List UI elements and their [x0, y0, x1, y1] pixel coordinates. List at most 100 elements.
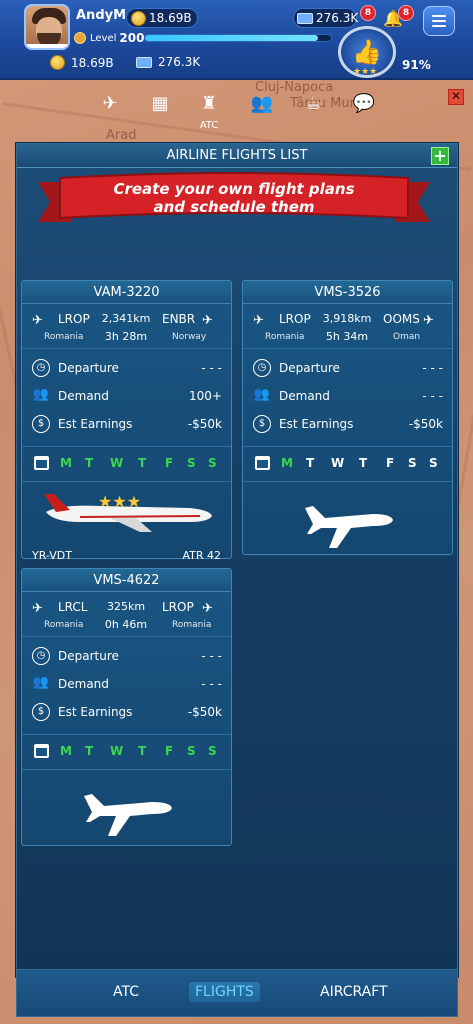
day-0[interactable]: M — [60, 744, 72, 758]
coins-pill[interactable]: 18.69B — [126, 8, 198, 28]
origin-country: Romania — [44, 332, 84, 342]
flight-card[interactable]: VMS-3526 ✈ LROP Romania 3,918km 5h 34m O… — [242, 280, 453, 555]
day-2[interactable]: W — [331, 456, 344, 470]
day-3[interactable]: T — [138, 456, 146, 470]
empty-aircraft-slot[interactable] — [243, 482, 452, 565]
day-6[interactable]: S — [208, 456, 217, 470]
empty-aircraft-slot[interactable] — [22, 770, 231, 853]
day-5[interactable]: S — [408, 456, 417, 470]
top-bar: AndyM 18.69B 276.3K 8 🔔 8 Level 200 👍 ★★… — [0, 0, 473, 80]
distance: 2,341km — [101, 312, 151, 325]
earnings-label: Est Earnings — [279, 417, 354, 431]
flight-number: VAM-3220 — [22, 281, 231, 304]
day-5[interactable]: S — [187, 744, 196, 758]
route-row: ✈ LROP Romania 3,918km 5h 34m OOMS Oman … — [243, 304, 452, 349]
flight-card[interactable]: VMS-4622 ✈ LRCL Romania 325km 0h 46m LRO… — [21, 568, 232, 846]
departure-label: Departure — [58, 361, 119, 375]
schedule-days: MTWTFSS — [22, 447, 231, 482]
day-0[interactable]: M — [281, 456, 293, 470]
banner-line-2: and schedule them — [153, 198, 314, 216]
atc-tower-icon[interactable]: ♜ — [195, 93, 223, 117]
cash-secondary: 276.3K — [136, 55, 200, 69]
calendar-icon[interactable] — [34, 744, 49, 758]
earnings-label: Est Earnings — [58, 417, 133, 431]
coffee-icon[interactable]: ☕ — [300, 93, 328, 117]
destination-country: Oman — [393, 332, 421, 342]
day-3[interactable]: T — [138, 744, 146, 758]
takeoff-icon: ✈ — [32, 313, 43, 328]
day-2[interactable]: W — [110, 744, 123, 758]
flight-number: VMS-4622 — [22, 569, 231, 592]
cash-card-icon — [136, 56, 152, 68]
day-6[interactable]: S — [429, 456, 438, 470]
duration: 3h 28m — [104, 330, 148, 343]
stats-block: ◷ Departure - - - 👥 Demand - - - $ Est Earnin… — [22, 637, 231, 735]
landing-icon: ✈ — [423, 313, 434, 328]
bell-badge: 8 — [398, 5, 414, 21]
cash-card-icon — [297, 13, 313, 24]
airport-icon[interactable]: ▦ — [146, 93, 174, 117]
add-flight-button[interactable]: + — [431, 147, 449, 165]
coins-value: 18.69B — [149, 11, 192, 25]
origin-code: LROP — [58, 312, 90, 326]
menu-button[interactable] — [423, 6, 455, 36]
staff-icon[interactable]: 👥 — [248, 93, 276, 117]
earnings-label: Est Earnings — [58, 705, 133, 719]
distance: 325km — [106, 600, 146, 613]
close-button[interactable]: ✕ — [448, 89, 464, 105]
avatar[interactable] — [24, 4, 70, 50]
dollar-icon: $ — [32, 703, 50, 721]
schedule-days: MTWTFSS — [243, 447, 452, 482]
departure-label: Departure — [58, 649, 119, 663]
nav-row: ✈ ▦ ♜ ATC 👥 ☕ 💬 — [0, 88, 473, 134]
day-0[interactable]: M — [60, 456, 72, 470]
rating-stars-icon: ★★★ — [98, 492, 142, 511]
day-4[interactable]: F — [386, 456, 394, 470]
day-1[interactable]: T — [85, 456, 93, 470]
day-4[interactable]: F — [165, 744, 173, 758]
bottom-tab-bar: ATC FLIGHTS AIRCRAFT — [16, 969, 458, 1017]
demand-value: - - - — [201, 677, 222, 691]
people-icon: 👥 — [32, 387, 50, 402]
tab-atc[interactable]: ATC — [113, 984, 139, 1000]
coins-secondary: 18.69B — [50, 55, 114, 70]
day-1[interactable]: T — [306, 456, 314, 470]
demand-label: Demand — [58, 677, 109, 691]
xp-fill — [145, 35, 318, 41]
day-1[interactable]: T — [85, 744, 93, 758]
flight-number: VMS-3526 — [243, 281, 452, 304]
cash-pill[interactable]: 276.3K — [293, 8, 358, 28]
dollar-icon: $ — [32, 415, 50, 433]
flights-icon[interactable]: ✈ — [96, 93, 124, 117]
banner-line-1: Create your own flight plans — [113, 180, 354, 198]
day-2[interactable]: W — [110, 456, 123, 470]
demand-label: Demand — [58, 389, 109, 403]
tab-aircraft[interactable]: AIRCRAFT — [320, 984, 388, 1000]
level-label: Level — [90, 32, 117, 44]
tab-flights[interactable]: FLIGHTS — [189, 982, 260, 1002]
route-row: ✈ LRCL Romania 325km 0h 46m LROP Romania… — [22, 592, 231, 637]
people-icon: 👥 — [32, 675, 50, 690]
schedule-days: MTWTFSS — [22, 735, 231, 770]
distance: 3,918km — [322, 312, 372, 325]
chat-icon[interactable]: 💬 — [350, 93, 378, 117]
clock-icon: ◷ — [32, 647, 50, 665]
rating-emblem[interactable]: 👍 ★★★ — [338, 26, 396, 78]
day-6[interactable]: S — [208, 744, 217, 758]
xp-bar — [144, 34, 332, 42]
aircraft-image: ★★★ YR-VDT ATR 42 — [22, 482, 231, 565]
level-display: Level 200 — [74, 31, 144, 45]
dollar-icon: $ — [253, 415, 271, 433]
flight-card[interactable]: VAM-3220 ✈ LROP Romania 2,341km 3h 28m E… — [21, 280, 232, 562]
coin-icon — [131, 11, 146, 26]
level-value: 200 — [119, 31, 145, 45]
airplane-silhouette-icon — [84, 794, 172, 836]
day-5[interactable]: S — [187, 456, 196, 470]
route-row: ✈ LROP Romania 2,341km 3h 28m ENBR Norwa… — [22, 304, 231, 349]
ribbon-banner: Create your own flight plans and schedul… — [38, 172, 430, 222]
calendar-icon[interactable] — [34, 456, 49, 470]
day-4[interactable]: F — [165, 456, 173, 470]
calendar-icon[interactable] — [255, 456, 270, 470]
day-3[interactable]: T — [359, 456, 367, 470]
clock-icon: ◷ — [32, 359, 50, 377]
